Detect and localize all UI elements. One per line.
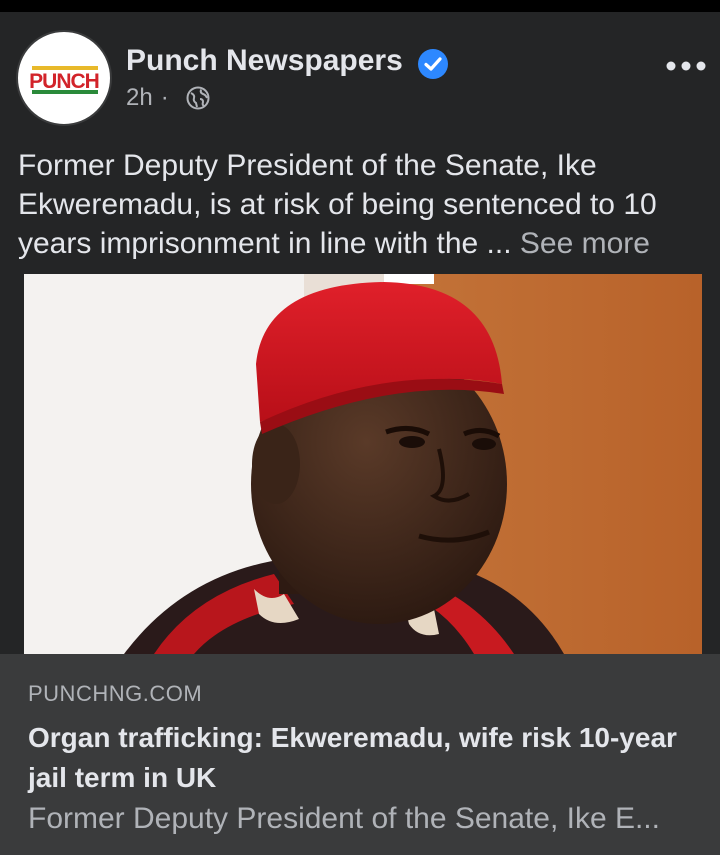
post-text: Former Deputy President of the Senate, I…: [18, 146, 708, 263]
link-domain: PUNCHNG.COM: [28, 681, 203, 706]
globe-icon: [186, 86, 210, 110]
page-name[interactable]: Punch Newspapers: [126, 44, 403, 78]
post-meta: 2h ·: [126, 84, 177, 112]
status-bar-edge: [0, 0, 720, 12]
link-headline[interactable]: Organ trafficking: Ekweremadu, wife risk…: [28, 718, 698, 798]
page-avatar[interactable]: PUNCH: [16, 30, 112, 126]
link-description: Former Deputy President of the Senate, I…: [28, 802, 660, 835]
verified-badge-icon: [418, 49, 448, 79]
logo-stripe-green: [32, 90, 98, 94]
meta-separator: ·: [160, 84, 169, 111]
more-options-icon[interactable]: [664, 56, 708, 76]
see-more-link[interactable]: See more: [520, 227, 650, 260]
article-photo[interactable]: [24, 274, 702, 654]
post-timestamp[interactable]: 2h: [126, 84, 153, 111]
